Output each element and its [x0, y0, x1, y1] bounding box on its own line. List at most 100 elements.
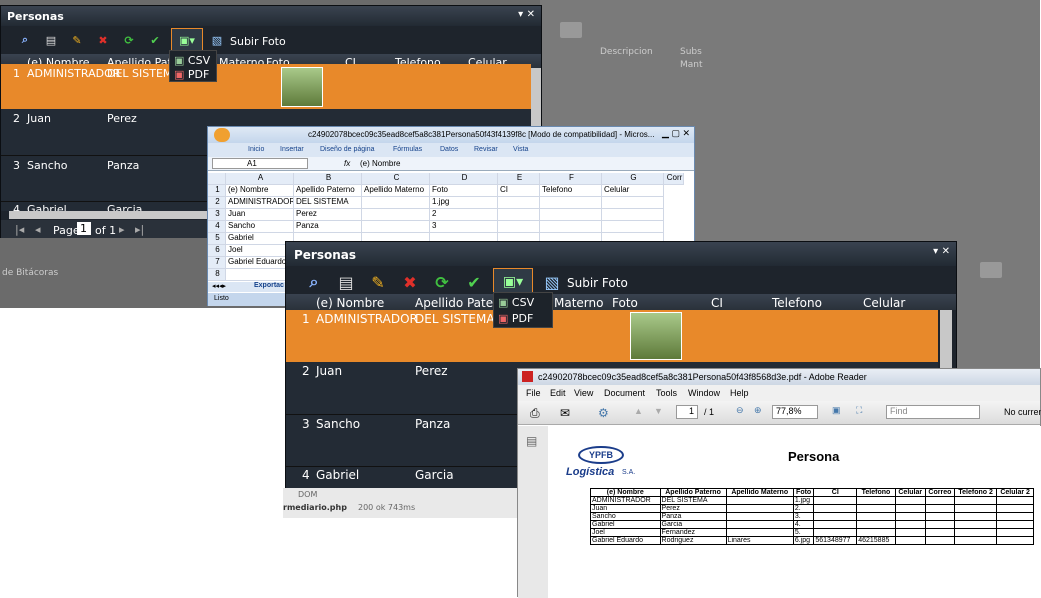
grid-cell[interactable]	[362, 209, 430, 221]
zoom-select[interactable]: 77,8%	[772, 405, 818, 419]
grid-cell[interactable]	[602, 221, 664, 233]
add-icon[interactable]: ▤	[334, 270, 358, 294]
grid-cell[interactable]: Telefono	[540, 185, 602, 197]
zoom-in-icon[interactable]: ⊕	[754, 405, 762, 416]
col-materno[interactable]: Materno	[554, 296, 603, 310]
tab-inicio[interactable]: Inicio	[248, 146, 264, 153]
menu-item-pdf[interactable]: ▣ PDF	[498, 312, 533, 325]
grid-cell[interactable]: Juan	[226, 209, 294, 221]
last-page-icon[interactable]: ▸|	[135, 223, 144, 236]
table-row[interactable]: 1 ADMINISTRADOR DEL SISTEMA	[1, 64, 531, 109]
grid-cell[interactable]	[602, 209, 664, 221]
grid-cell[interactable]	[226, 269, 294, 281]
delete-icon[interactable]: ✖	[398, 270, 422, 294]
grid-cell[interactable]: Gabriel Eduardo	[226, 257, 294, 269]
fx-icon[interactable]: fx	[344, 159, 350, 168]
page-input[interactable]: 1	[676, 405, 698, 419]
grid-cell[interactable]	[498, 197, 540, 209]
grid-cell[interactable]: (e) Nombre	[226, 185, 294, 197]
row-header[interactable]: 3	[208, 209, 226, 221]
pages-panel-icon[interactable]: ▤	[526, 434, 537, 448]
menu-file[interactable]: File	[526, 388, 541, 398]
refresh-icon[interactable]: ⟳	[119, 30, 139, 50]
panel-controls[interactable]: ▾ ✕	[518, 9, 535, 20]
search-icon[interactable]: ⌕	[302, 270, 326, 294]
grid-cell[interactable]: Sancho	[226, 221, 294, 233]
row-header[interactable]: 5	[208, 233, 226, 245]
prev-page-icon[interactable]: ◂	[35, 223, 41, 236]
column-header[interactable]: A	[226, 173, 294, 185]
menu-edit[interactable]: Edit	[550, 388, 566, 398]
refresh-icon[interactable]: ⟳	[430, 270, 454, 294]
grid-cell[interactable]	[540, 221, 602, 233]
menu-item-pdf[interactable]: ▣ PDF	[174, 68, 209, 81]
col-telefono[interactable]: Telefono	[772, 296, 822, 310]
col-nombre[interactable]: (e) Nombre	[316, 296, 384, 310]
grid-cell[interactable]: 1.jpg	[430, 197, 498, 209]
select-all-corner[interactable]	[208, 173, 226, 185]
window-controls[interactable]: ▁ ▢ ✕	[662, 128, 690, 139]
col-celular[interactable]: Celular	[863, 296, 905, 310]
check-icon[interactable]: ✔	[145, 30, 165, 50]
column-header[interactable]: B	[294, 173, 362, 185]
row-header[interactable]: 8	[208, 269, 226, 281]
grid-cell[interactable]: Joel	[226, 245, 294, 257]
next-page-icon[interactable]: ▼	[654, 406, 663, 416]
col-ci[interactable]: CI	[711, 296, 723, 310]
print-icon[interactable]: ⎙	[530, 406, 540, 421]
grid-cell[interactable]: Gabriel	[226, 233, 294, 245]
fit-page-icon[interactable]: ▣	[832, 405, 841, 416]
next-page-icon[interactable]: ▸	[119, 223, 125, 236]
tab-vista[interactable]: Vista	[513, 146, 528, 153]
formula-input[interactable]: (e) Nombre	[360, 159, 400, 168]
column-header[interactable]: D	[430, 173, 498, 185]
upload-photo-button[interactable]: Subir Foto	[230, 35, 286, 48]
column-header[interactable]: Corr	[664, 173, 684, 185]
grid-cell[interactable]	[540, 209, 602, 221]
office-button-icon[interactable]	[214, 128, 230, 142]
sheet-tab[interactable]: Exportac	[254, 282, 284, 289]
grid-cell[interactable]: Perez	[294, 209, 362, 221]
column-header[interactable]: E	[498, 173, 540, 185]
grid-cell[interactable]: CI	[498, 185, 540, 197]
row-header[interactable]: 6	[208, 245, 226, 257]
find-input[interactable]: Find	[886, 405, 980, 419]
panel-controls[interactable]: ▾ ✕	[933, 246, 950, 257]
column-header[interactable]: C	[362, 173, 430, 185]
column-header[interactable]: F	[540, 173, 602, 185]
grid-cell[interactable]	[602, 197, 664, 209]
row-header[interactable]: 7	[208, 257, 226, 269]
first-page-icon[interactable]: |◂	[15, 223, 24, 236]
upload-photo-button[interactable]: Subir Foto	[567, 276, 628, 290]
fit-width-icon[interactable]: ⛶	[856, 405, 862, 416]
grid-cell[interactable]	[498, 209, 540, 221]
menu-help[interactable]: Help	[730, 388, 749, 398]
prev-page-icon[interactable]: ▲	[634, 406, 643, 416]
export-dropdown-icon[interactable]: ▣▾	[171, 28, 203, 52]
grid-cell[interactable]	[540, 197, 602, 209]
grid-cell[interactable]	[362, 221, 430, 233]
table-row[interactable]: 1 ADMINISTRADOR DEL SISTEMA	[286, 310, 938, 362]
menu-view[interactable]: View	[574, 388, 593, 398]
search-icon[interactable]: ⌕	[15, 30, 35, 50]
tab-insertar[interactable]: Insertar	[280, 146, 304, 153]
tab-diseno[interactable]: Diseño de página	[320, 146, 375, 153]
photo-thumbnail[interactable]	[630, 312, 682, 360]
menu-document[interactable]: Document	[604, 388, 645, 398]
edit-icon[interactable]: ✎	[67, 30, 87, 50]
col-foto[interactable]: Foto	[612, 296, 638, 310]
grid-cell[interactable]: Celular	[602, 185, 664, 197]
row-header[interactable]: 4	[208, 221, 226, 233]
zoom-out-icon[interactable]: ⊖	[736, 405, 744, 416]
tab-formulas[interactable]: Fórmulas	[393, 146, 422, 153]
delete-icon[interactable]: ✖	[93, 30, 113, 50]
add-icon[interactable]: ▤	[41, 30, 61, 50]
grid-cell[interactable]	[498, 221, 540, 233]
tab-datos[interactable]: Datos	[440, 146, 458, 153]
horizontal-scrollbar[interactable]	[9, 211, 209, 219]
name-box[interactable]: A1	[212, 158, 308, 169]
bg-dom-tab[interactable]: DOM	[298, 490, 317, 499]
sheet-nav-icon[interactable]: ◂◂◂▸	[212, 282, 226, 290]
edit-icon[interactable]: ✎	[366, 270, 390, 294]
menu-tools[interactable]: Tools	[656, 388, 677, 398]
